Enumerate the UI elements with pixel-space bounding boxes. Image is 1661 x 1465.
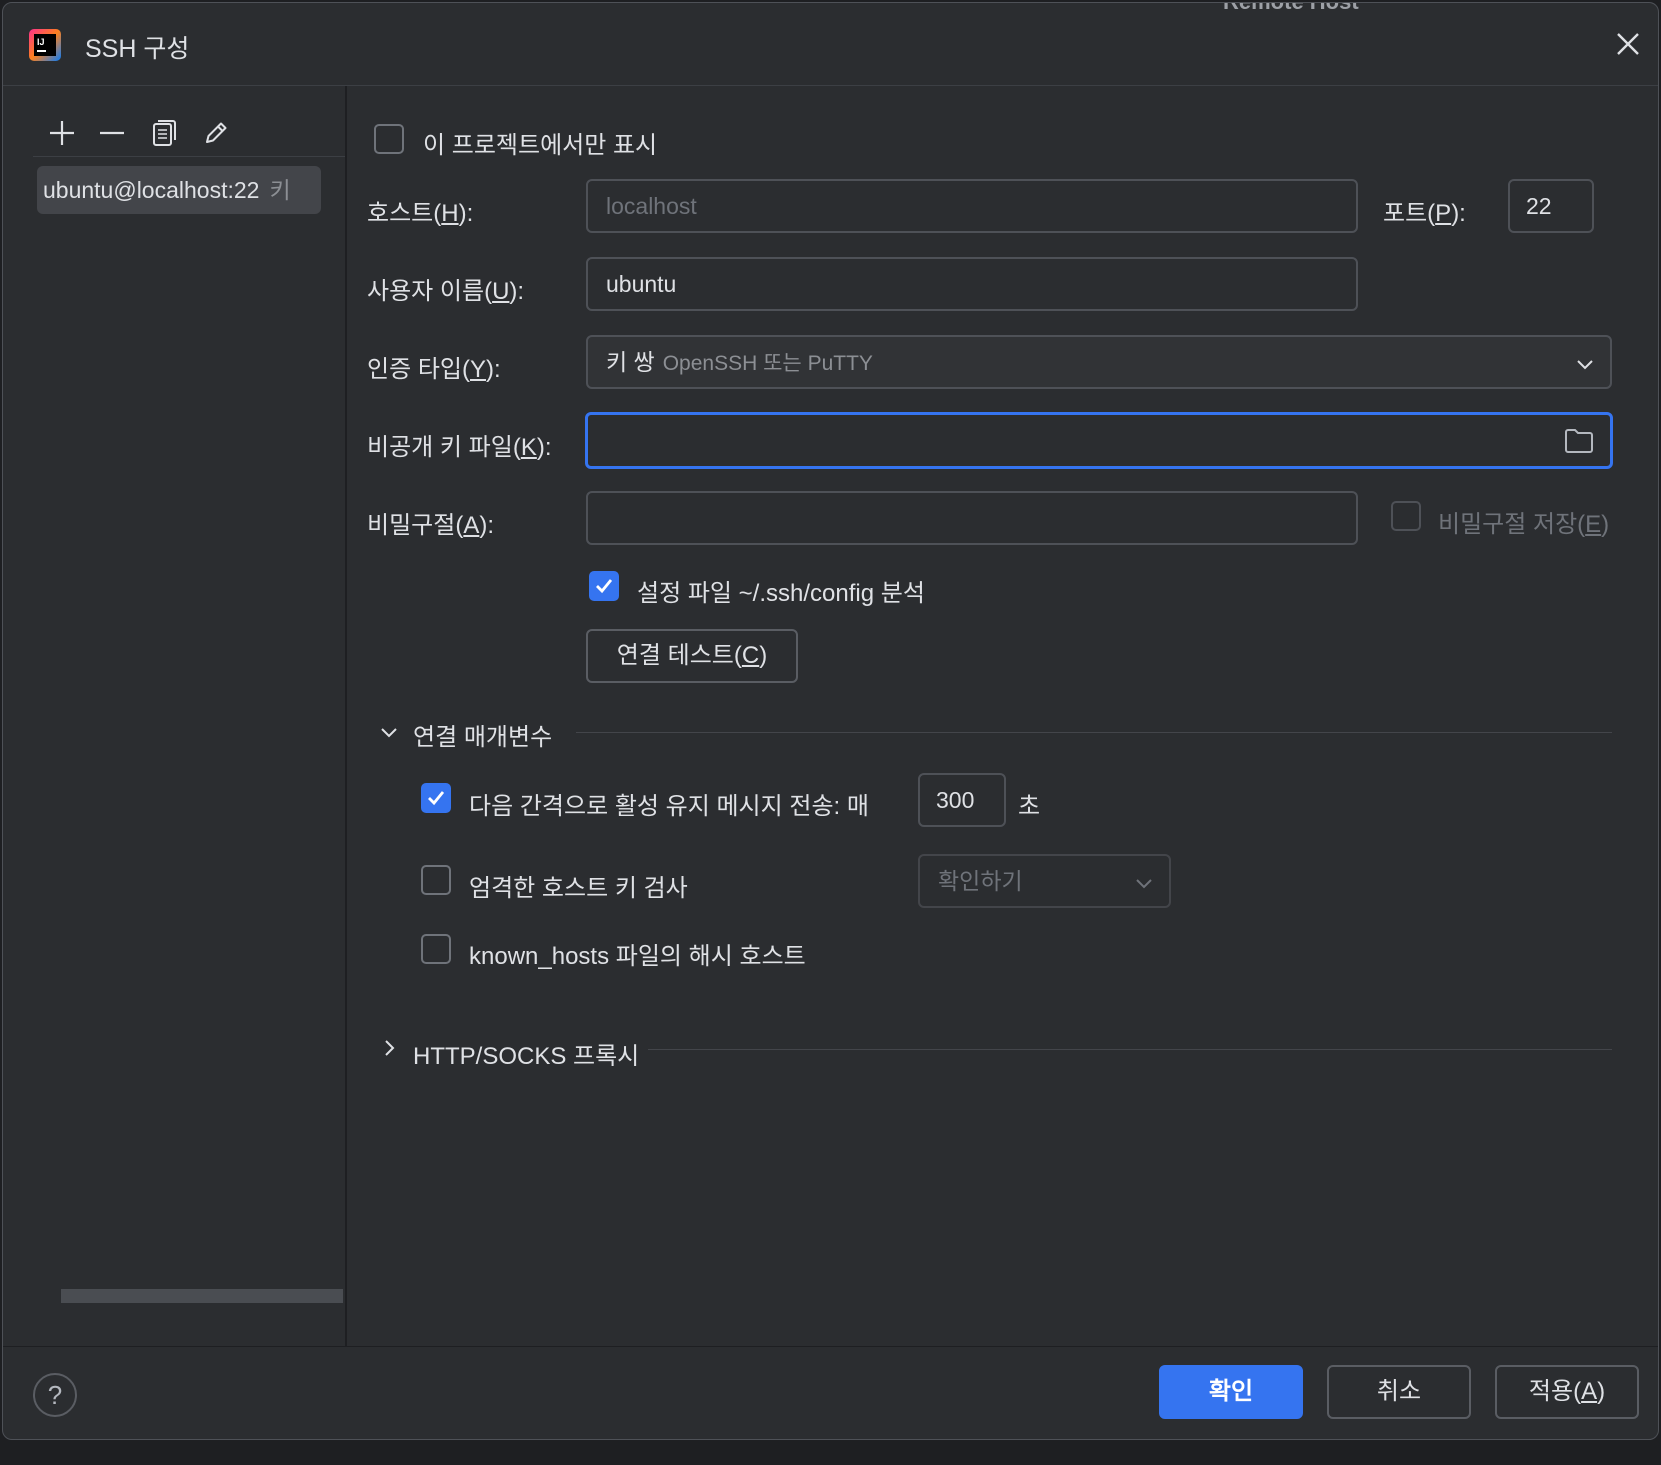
screen-bottom-strip	[0, 1441, 1661, 1465]
save-passphrase-checkbox[interactable]	[1391, 501, 1421, 531]
private-key-label: 비공개 키 파일(K):	[367, 434, 552, 461]
host-list-item[interactable]: ubuntu@localhost:22 키	[37, 166, 321, 214]
close-icon[interactable]	[1612, 28, 1644, 60]
chevron-down-icon	[1136, 879, 1152, 889]
host-input[interactable]: localhost	[586, 179, 1358, 233]
port-input[interactable]: 22	[1508, 179, 1594, 233]
test-connection-button[interactable]: 연결 테스트(C)	[586, 629, 798, 683]
private-key-input[interactable]	[585, 412, 1613, 469]
strict-host-key-label: 엄격한 호스트 키 검사	[469, 875, 688, 902]
ok-button[interactable]: 확인	[1159, 1365, 1303, 1419]
chevron-down-icon[interactable]	[378, 721, 400, 743]
svg-text:IJ: IJ	[37, 37, 45, 47]
intellij-logo-icon: IJ	[29, 29, 61, 61]
keepalive-checkbox[interactable]	[421, 783, 451, 813]
username-label: 사용자 이름(U):	[367, 278, 525, 305]
ssh-config-dialog: Remote Host IJ SSH 구성	[2, 2, 1659, 1440]
host-list-panel: ubuntu@localhost:22 키	[3, 86, 347, 1346]
edit-icon[interactable]	[199, 116, 233, 150]
passphrase-label: 비밀구절(A):	[367, 512, 495, 539]
hash-hosts-label: known_hosts 파일의 해시 호스트	[469, 943, 806, 970]
hash-hosts-checkbox[interactable]	[421, 934, 451, 964]
keepalive-label: 다음 간격으로 활성 유지 메시지 전송: 매	[469, 793, 869, 820]
host-label: 호스트(H):	[367, 200, 474, 227]
footer-divider	[3, 1346, 1658, 1347]
chevron-right-icon[interactable]	[378, 1037, 400, 1059]
auth-type-select[interactable]: 키 쌍 OpenSSH 또는 PuTTY	[586, 335, 1612, 389]
section-divider	[648, 1049, 1612, 1050]
background-tab-text: Remote Host	[1223, 3, 1359, 15]
parse-config-label: 설정 파일 ~/.ssh/config 분석	[637, 580, 925, 607]
proxy-section-title[interactable]: HTTP/SOCKS 프록시	[413, 1036, 639, 1071]
chevron-down-icon	[1577, 360, 1593, 370]
username-input[interactable]: ubuntu	[586, 257, 1358, 311]
help-icon[interactable]: ?	[33, 1373, 77, 1417]
connection-params-title[interactable]: 연결 매개변수	[413, 717, 552, 752]
keepalive-unit: 초	[1018, 793, 1041, 820]
checkmark-icon	[428, 791, 445, 806]
cancel-button[interactable]: 취소	[1327, 1365, 1471, 1419]
title-bar: Remote Host IJ SSH 구성	[3, 3, 1658, 86]
project-only-checkbox[interactable]	[374, 124, 404, 154]
keepalive-interval-input[interactable]: 300	[918, 773, 1006, 827]
project-only-label: 이 프로젝트에서만 표시	[423, 132, 658, 159]
strict-host-key-select[interactable]: 확인하기	[918, 854, 1171, 908]
apply-button[interactable]: 적용(A)	[1495, 1365, 1639, 1419]
port-label: 포트(P):	[1383, 200, 1466, 227]
dialog-title: SSH 구성	[85, 35, 190, 63]
add-icon[interactable]	[45, 116, 79, 150]
host-list-item-hint: 키	[269, 177, 291, 203]
host-list-item-label: ubuntu@localhost:22	[43, 177, 260, 203]
toolbar-divider	[33, 156, 345, 157]
horizontal-scrollbar[interactable]	[61, 1289, 343, 1303]
auth-type-label: 인증 타입(Y):	[367, 356, 501, 383]
folder-icon[interactable]	[1564, 427, 1594, 455]
passphrase-input[interactable]	[586, 491, 1358, 545]
section-divider	[576, 732, 1612, 733]
checkmark-icon	[596, 579, 613, 594]
save-passphrase-label: 비밀구절 저장(E)	[1438, 511, 1610, 538]
auth-type-value: 키 쌍	[606, 349, 655, 375]
copy-icon[interactable]	[147, 116, 181, 150]
strict-host-key-value: 확인하기	[938, 868, 1023, 894]
remove-icon[interactable]	[95, 116, 129, 150]
auth-type-hint: OpenSSH 또는 PuTTY	[662, 352, 873, 375]
parse-config-checkbox[interactable]	[589, 571, 619, 601]
strict-host-key-checkbox[interactable]	[421, 865, 451, 895]
